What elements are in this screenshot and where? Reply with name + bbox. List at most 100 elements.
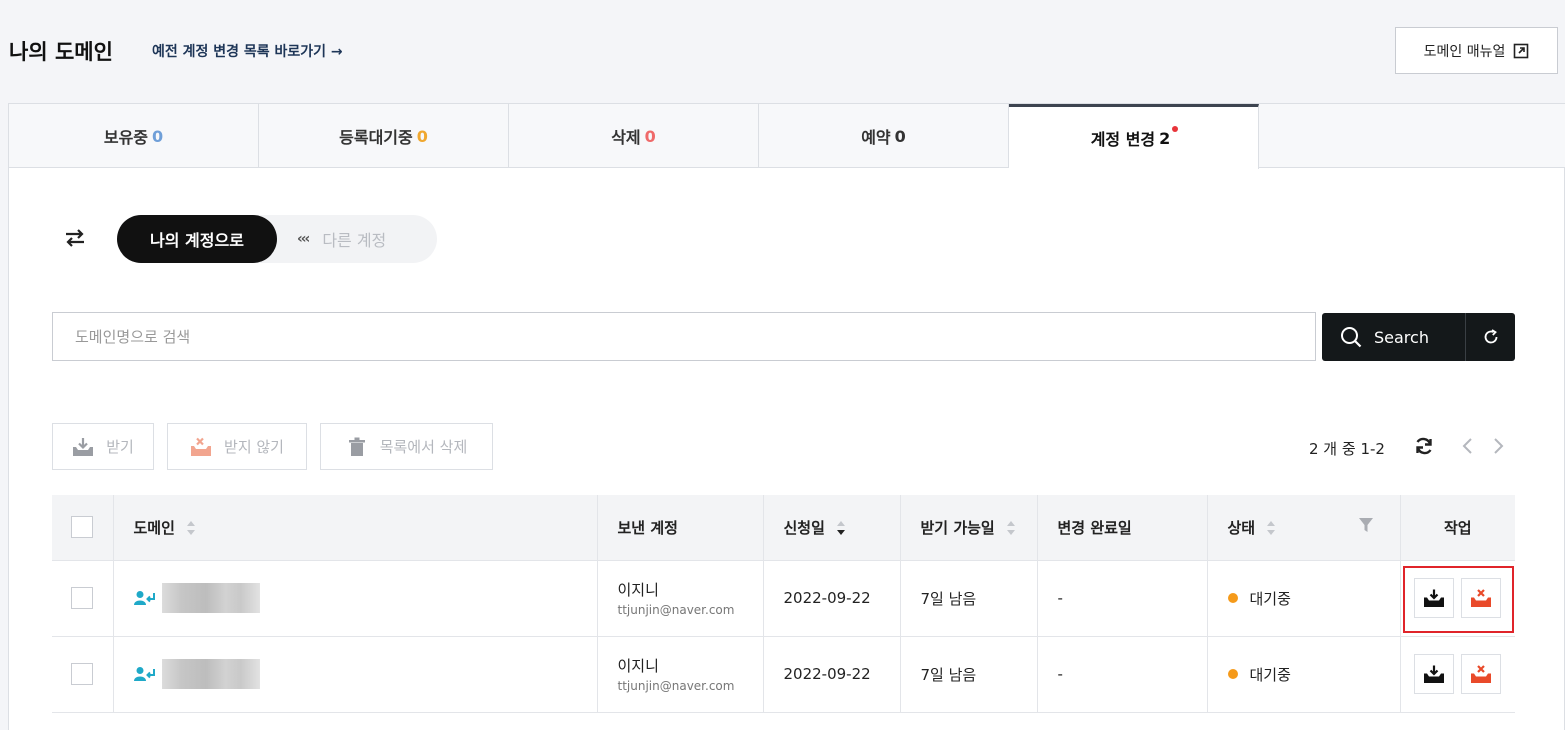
sort-icon xyxy=(1006,519,1015,537)
tab-deleted[interactable]: 삭제 0 xyxy=(509,104,759,168)
toggle-other-account[interactable]: ‹‹‹ 다른 계정 xyxy=(297,215,386,263)
tab-reserved[interactable]: 예약 0 xyxy=(759,104,1009,168)
manual-label: 도메인 매뉴얼 xyxy=(1423,43,1506,60)
column-request-date[interactable]: 신청일 xyxy=(763,495,901,561)
receive-button[interactable] xyxy=(1414,578,1455,618)
sender-name: 이지니 xyxy=(617,657,659,675)
search-reset-button[interactable] xyxy=(1466,313,1515,361)
tab-account-change[interactable]: 계정 변경 2 xyxy=(1009,104,1259,169)
domain-panel: 보유중 0 등록대기중 0 삭제 0 예약 0 계정 변경 2 나의 계정으로 ‹‹‹ 다… xyxy=(8,103,1565,730)
sort-icon xyxy=(1267,519,1276,537)
receive-button[interactable] xyxy=(1414,654,1455,694)
column-completed-label: 변경 완료일 xyxy=(1057,518,1132,537)
column-actions: 작업 xyxy=(1400,495,1515,561)
delete-from-list-label: 목록에서 삭제 xyxy=(379,438,468,456)
page-header: 나의 도메인 예전 계정 변경 목록 바로가기 → 도메인 매뉴얼 xyxy=(0,0,1565,100)
column-status[interactable]: 상태 xyxy=(1207,495,1401,561)
sort-icon xyxy=(186,519,195,537)
column-actions-label: 작업 xyxy=(1443,518,1472,537)
column-domain-label: 도메인 xyxy=(133,518,175,537)
decline-button[interactable] xyxy=(1461,654,1502,694)
blurred-domain-name xyxy=(161,659,260,689)
user-transfer-icon xyxy=(133,667,155,681)
completed-cell: - xyxy=(1037,560,1208,637)
refresh-icon[interactable] xyxy=(1413,436,1435,456)
blurred-domain-name xyxy=(161,583,260,613)
sender-email: ttjunjin@naver.com xyxy=(617,603,735,617)
bulk-decline-label: 받지 않기 xyxy=(224,438,284,456)
new-badge-dot xyxy=(1172,126,1179,132)
filter-icon[interactable] xyxy=(1358,517,1374,533)
column-status-label: 상태 xyxy=(1227,518,1256,537)
search-label: Search xyxy=(1374,327,1429,347)
request-date-cell: 2022-09-22 xyxy=(763,560,901,637)
inbox-cancel-icon xyxy=(1471,665,1492,683)
old-account-change-link[interactable]: 예전 계정 변경 목록 바로가기 → xyxy=(152,41,343,61)
trash-icon xyxy=(348,437,365,456)
tab-deleted-count: 0 xyxy=(644,126,656,146)
inbox-download-icon xyxy=(1424,665,1445,683)
tab-deleted-label: 삭제 xyxy=(611,128,641,147)
tab-pending-label: 등록대기중 xyxy=(339,128,413,147)
page-title: 나의 도메인 xyxy=(9,40,113,64)
tab-owned-count: 0 xyxy=(152,126,164,146)
external-link-icon xyxy=(1514,43,1529,58)
request-date-cell: 2022-09-22 xyxy=(763,636,901,713)
domain-cell xyxy=(113,560,598,637)
status-label: 대기중 xyxy=(1249,589,1291,608)
row-checkbox[interactable] xyxy=(71,663,94,685)
status-dot xyxy=(1227,669,1238,679)
sender-cell: 이지니 ttjunjin@naver.com xyxy=(597,560,764,637)
tab-owned[interactable]: 보유중 0 xyxy=(9,104,259,168)
status-cell: 대기중 xyxy=(1207,560,1401,637)
search-icon xyxy=(1341,327,1362,348)
pagination-summary: 2 개 중 1-2 xyxy=(1309,440,1385,458)
column-completed-date: 변경 완료일 xyxy=(1037,495,1208,561)
header-checkbox-cell xyxy=(52,495,114,561)
sender-email: ttjunjin@naver.com xyxy=(617,679,735,693)
tab-pending-count: 0 xyxy=(416,126,428,146)
toggle-my-account[interactable]: 나의 계정으로 xyxy=(117,215,277,263)
actions-cell xyxy=(1400,560,1515,637)
reset-icon xyxy=(1484,329,1497,344)
search-button[interactable]: Search xyxy=(1322,313,1466,361)
bulk-decline-button[interactable]: 받지 않기 xyxy=(167,423,307,470)
domain-cell xyxy=(113,636,598,713)
sender-cell: 이지니 ttjunjin@naver.com xyxy=(597,636,764,713)
tab-bar: 보유중 0 등록대기중 0 삭제 0 예약 0 계정 변경 2 xyxy=(9,104,1565,169)
status-cell: 대기중 xyxy=(1207,636,1401,713)
delete-from-list-button[interactable]: 목록에서 삭제 xyxy=(320,423,493,470)
bulk-receive-button[interactable]: 받기 xyxy=(52,423,154,470)
inbox-cancel-icon xyxy=(191,437,212,456)
available-cell: 7일 남음 xyxy=(900,560,1038,637)
column-available-date[interactable]: 받기 가능일 xyxy=(900,495,1038,561)
domain-manual-button[interactable]: 도메인 매뉴얼 xyxy=(1395,27,1558,74)
actions-cell xyxy=(1400,636,1515,713)
tab-pending-registration[interactable]: 등록대기중 0 xyxy=(259,104,509,168)
table-row: 이지니 ttjunjin@naver.com 2022-09-22 7일 남음 … xyxy=(52,560,1515,637)
inbox-cancel-icon xyxy=(1471,589,1492,607)
tab-reserved-count: 0 xyxy=(894,126,906,146)
domain-value xyxy=(133,583,597,613)
status-dot xyxy=(1227,593,1238,603)
domain-search-input[interactable] xyxy=(52,312,1316,361)
chevron-right-icon[interactable] xyxy=(1491,437,1505,455)
table-row: 이지니 ttjunjin@naver.com 2022-09-22 7일 남음 … xyxy=(52,636,1515,713)
sender-name: 이지니 xyxy=(617,581,659,599)
direction-toggle: 나의 계정으로 ‹‹‹ 다른 계정 xyxy=(117,215,437,263)
domain-value xyxy=(133,659,597,689)
chevron-left-icon[interactable] xyxy=(1461,437,1475,455)
swap-icon[interactable] xyxy=(64,228,86,248)
sort-desc-icon xyxy=(836,519,845,537)
row-checkbox[interactable] xyxy=(71,587,94,609)
row-checkbox-cell xyxy=(52,560,114,637)
decline-button[interactable] xyxy=(1461,578,1502,618)
search-button-group: Search xyxy=(1322,313,1515,361)
select-all-checkbox[interactable] xyxy=(71,516,94,539)
tab-account-change-count: 2 xyxy=(1159,128,1171,148)
completed-cell: - xyxy=(1037,636,1208,713)
inbox-download-icon xyxy=(1424,589,1445,607)
available-cell: 7일 남음 xyxy=(900,636,1038,713)
column-domain[interactable]: 도메인 xyxy=(113,495,598,561)
status-badge: 대기중 xyxy=(1227,664,1400,685)
